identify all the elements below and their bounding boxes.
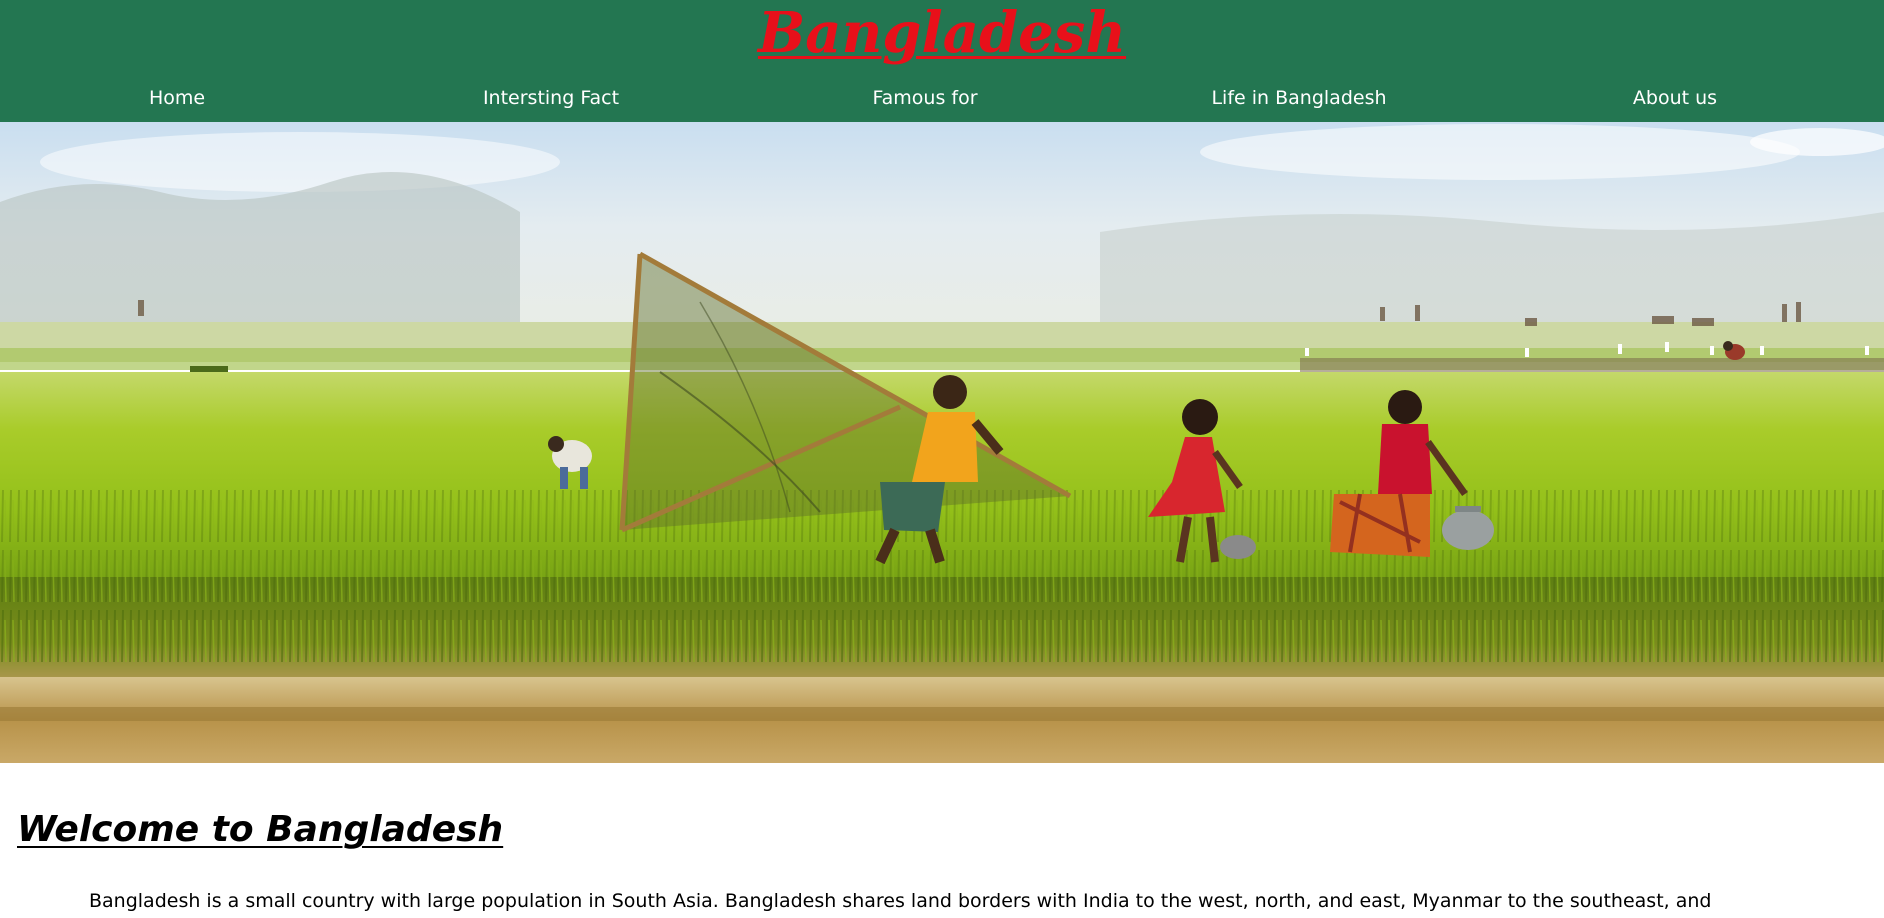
nav-about-us[interactable]: About us: [1500, 80, 1850, 116]
nav-interesting-fact[interactable]: Intersting Fact: [376, 80, 726, 116]
nav-life-in-bangladesh[interactable]: Life in Bangladesh: [1124, 80, 1474, 116]
site-header: Bangladesh Home Intersting Fact Famous f…: [0, 0, 1884, 122]
main-nav: Home Intersting Fact Famous for Life in …: [0, 80, 1884, 116]
intro-paragraph: Bangladesh is a small country with large…: [89, 890, 1712, 912]
rice-field-photo: [0, 122, 1884, 763]
nav-famous-for[interactable]: Famous for: [750, 80, 1100, 116]
nav-home[interactable]: Home: [0, 80, 354, 116]
welcome-heading: Welcome to Bangladesh: [17, 809, 504, 850]
hero-image: [0, 122, 1884, 763]
site-title[interactable]: Bangladesh: [0, 0, 1884, 66]
